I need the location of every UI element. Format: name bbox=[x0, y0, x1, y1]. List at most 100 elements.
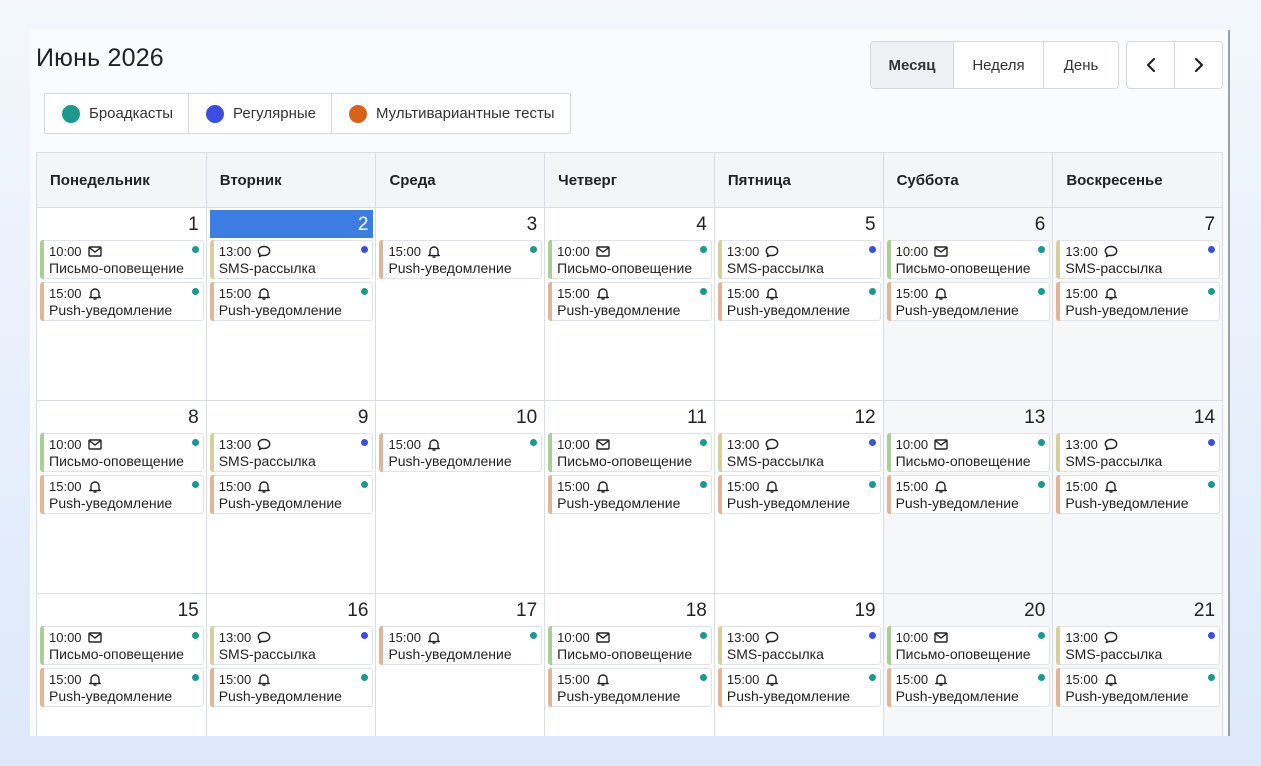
event-color-bar bbox=[1056, 282, 1061, 321]
bell-icon bbox=[427, 438, 440, 451]
calendar-event[interactable]: 15:00 Push-уведомление bbox=[1056, 668, 1221, 707]
event-time-row: 15:00 bbox=[896, 670, 1044, 688]
calendar-event[interactable]: 13:00 SMS-рассылка bbox=[717, 240, 881, 279]
day-cell[interactable]: 9 13:00 SMS-рассылка 15:00 Push-уведомление bbox=[207, 401, 377, 593]
event-name: Push-уведомление bbox=[49, 688, 173, 704]
legend-item[interactable]: Мультивариантные тесты bbox=[332, 94, 570, 133]
event-type-dot bbox=[361, 674, 369, 681]
event-time: 13:00 bbox=[726, 629, 760, 645]
event-time: 15:00 bbox=[895, 285, 929, 301]
calendar-event[interactable]: 15:00 Push-уведомление bbox=[40, 282, 204, 321]
day-cell[interactable]: 19 13:00 SMS-рассылка 15:00 Push-уведомление bbox=[715, 594, 884, 736]
calendar-event[interactable]: 15:00 Push-уведомление bbox=[209, 668, 374, 707]
view-month-button[interactable]: Месяц bbox=[871, 42, 954, 88]
day-cell[interactable]: 17 15:00 Push-уведомление bbox=[376, 594, 546, 736]
calendar-event[interactable]: 15:00 Push-уведомление bbox=[548, 668, 712, 707]
calendar-event[interactable]: 13:00 SMS-рассылка bbox=[1056, 626, 1221, 665]
event-name: SMS-рассылка bbox=[1065, 646, 1163, 662]
event-name: Push-уведомление bbox=[726, 302, 851, 318]
calendar-event[interactable]: 15:00 Push-уведомление bbox=[886, 668, 1051, 707]
weekday-header-cell: Пятница bbox=[715, 153, 884, 207]
calendar-event[interactable]: 10:00 Письмо-оповещение bbox=[40, 240, 204, 279]
calendar-event[interactable]: 13:00 SMS-рассылка bbox=[717, 433, 881, 472]
calendar-event[interactable]: 13:00 SMS-рассылка bbox=[209, 626, 374, 665]
event-color-bar bbox=[1056, 475, 1061, 514]
day-cell[interactable]: 20 10:00 Письмо-оповещение 15:00 Push-уведом… bbox=[883, 594, 1054, 736]
calendar-event[interactable]: 15:00 Push-уведомление bbox=[548, 282, 712, 321]
calendar-event[interactable]: 15:00 Push-уведомление bbox=[379, 433, 543, 472]
event-time: 15:00 bbox=[726, 285, 760, 301]
day-cell[interactable]: 18 10:00 Письмо-оповещение 15:00 Push-уведом… bbox=[545, 594, 715, 736]
calendar-event[interactable]: 15:00 Push-уведомление bbox=[1056, 475, 1221, 514]
day-number: 10 bbox=[516, 407, 538, 428]
calendar-event[interactable]: 10:00 Письмо-оповещение bbox=[548, 433, 712, 472]
day-cell[interactable]: 5 13:00 SMS-рассылка 15:00 Push-уведомление bbox=[715, 208, 884, 400]
view-week-button[interactable]: Неделя bbox=[954, 42, 1044, 88]
day-cell[interactable]: 14 13:00 SMS-рассылка 15:00 Push-уведомление bbox=[1053, 401, 1223, 593]
calendar-event[interactable]: 15:00 Push-уведомление bbox=[209, 475, 374, 514]
event-name: Push-уведомление bbox=[218, 302, 342, 318]
calendar-event[interactable]: 10:00 Письмо-оповещение bbox=[40, 626, 204, 665]
calendar-event[interactable]: 13:00 SMS-рассылка bbox=[1056, 433, 1221, 472]
calendar-event[interactable]: 15:00 Push-уведомление bbox=[886, 282, 1051, 321]
day-cell[interactable]: 15 10:00 Письмо-оповещение 15:00 Push-уведом… bbox=[37, 594, 207, 736]
calendar-event[interactable]: 15:00 Push-уведомление bbox=[717, 668, 881, 707]
day-number: 9 bbox=[357, 407, 369, 428]
event-time-row: 13:00 bbox=[219, 628, 367, 646]
calendar-event[interactable]: 15:00 Push-уведомление bbox=[40, 668, 204, 707]
day-cell[interactable]: 13 10:00 Письмо-оповещение 15:00 Push-уведом… bbox=[883, 401, 1054, 593]
event-name: Push-уведомление bbox=[49, 302, 173, 318]
calendar-event[interactable]: 13:00 SMS-рассылка bbox=[209, 240, 374, 279]
calendar-event[interactable]: 10:00 Письмо-оповещение bbox=[886, 626, 1051, 665]
event-time: 15:00 bbox=[388, 243, 421, 259]
event-time-row: 10:00 bbox=[557, 628, 705, 646]
view-day-button[interactable]: День bbox=[1044, 42, 1118, 88]
calendar-event[interactable]: 15:00 Push-уведомление bbox=[717, 475, 881, 514]
day-number: 11 bbox=[687, 407, 707, 428]
day-cell[interactable]: 16 13:00 SMS-рассылка 15:00 Push-уведомление bbox=[207, 594, 377, 736]
day-cell[interactable]: 4 10:00 Письмо-оповещение 15:00 Push-уведомл… bbox=[545, 208, 715, 400]
day-cell[interactable]: 3 15:00 Push-уведомление bbox=[376, 208, 546, 400]
calendar-event[interactable]: 10:00 Письмо-оповещение bbox=[40, 433, 204, 472]
prev-month-button[interactable] bbox=[1127, 42, 1175, 88]
legend-item[interactable]: Броадкасты bbox=[45, 94, 190, 133]
calendar-event[interactable]: 15:00 Push-уведомление bbox=[1056, 282, 1221, 321]
event-name: Push-уведомление bbox=[895, 302, 1019, 318]
calendar-event[interactable]: 10:00 Письмо-оповещение bbox=[548, 240, 712, 279]
calendar-event[interactable]: 15:00 Push-уведомление bbox=[379, 626, 543, 665]
calendar-event[interactable]: 13:00 SMS-рассылка bbox=[717, 626, 881, 665]
calendar-event[interactable]: 15:00 Push-уведомление bbox=[717, 282, 881, 321]
calendar-event[interactable]: 15:00 Push-уведомление bbox=[40, 475, 204, 514]
calendar-event[interactable]: 10:00 Письмо-оповещение bbox=[886, 240, 1051, 279]
calendar-event[interactable]: 15:00 Push-уведомление bbox=[209, 282, 374, 321]
legend-label: Броадкасты bbox=[89, 105, 174, 122]
day-number: 1 bbox=[188, 214, 199, 235]
event-name: Письмо-оповещение bbox=[49, 453, 184, 469]
day-cell[interactable]: 21 13:00 SMS-рассылка 15:00 Push-уведомление bbox=[1053, 594, 1223, 736]
calendar-event[interactable]: 15:00 Push-уведомление bbox=[886, 475, 1051, 514]
day-cell[interactable]: 8 10:00 Письмо-оповещение 15:00 Push-уведомл… bbox=[37, 401, 207, 593]
event-time: 15:00 bbox=[1065, 478, 1098, 494]
event-time: 13:00 bbox=[218, 436, 252, 452]
day-cell[interactable]: 2 13:00 SMS-рассылка 15:00 Push-уведомление bbox=[207, 208, 377, 400]
calendar-event[interactable]: 10:00 Письмо-оповещение bbox=[548, 626, 712, 665]
event-time: 13:00 bbox=[1065, 243, 1098, 259]
event-time-row: 13:00 bbox=[727, 435, 874, 453]
day-cell[interactable]: 7 13:00 SMS-рассылка 15:00 Push-уведомление bbox=[1053, 208, 1223, 400]
day-number: 6 bbox=[1034, 214, 1046, 235]
day-cell[interactable]: 10 15:00 Push-уведомление bbox=[376, 401, 546, 593]
calendar-event[interactable]: 13:00 SMS-рассылка bbox=[1056, 240, 1221, 279]
day-cell[interactable]: 6 10:00 Письмо-оповещение 15:00 Push-уведомл… bbox=[883, 208, 1054, 400]
chat-icon bbox=[1104, 631, 1118, 643]
next-month-button[interactable] bbox=[1175, 42, 1222, 88]
calendar-event[interactable]: 13:00 SMS-рассылка bbox=[209, 433, 374, 472]
legend-item[interactable]: Регулярные bbox=[189, 94, 332, 133]
day-cell[interactable]: 1 10:00 Письмо-оповещение 15:00 Push-уведомл… bbox=[37, 208, 207, 400]
day-cell[interactable]: 11 10:00 Письмо-оповещение 15:00 Push-уведом… bbox=[545, 401, 715, 593]
event-type-dot bbox=[191, 481, 199, 488]
calendar-event[interactable]: 10:00 Письмо-оповещение bbox=[886, 433, 1051, 472]
day-cell[interactable]: 12 13:00 SMS-рассылка 15:00 Push-уведомление bbox=[715, 401, 884, 593]
bell-icon bbox=[935, 673, 948, 686]
calendar-event[interactable]: 15:00 Push-уведомление bbox=[379, 240, 543, 279]
calendar-event[interactable]: 15:00 Push-уведомление bbox=[548, 475, 712, 514]
